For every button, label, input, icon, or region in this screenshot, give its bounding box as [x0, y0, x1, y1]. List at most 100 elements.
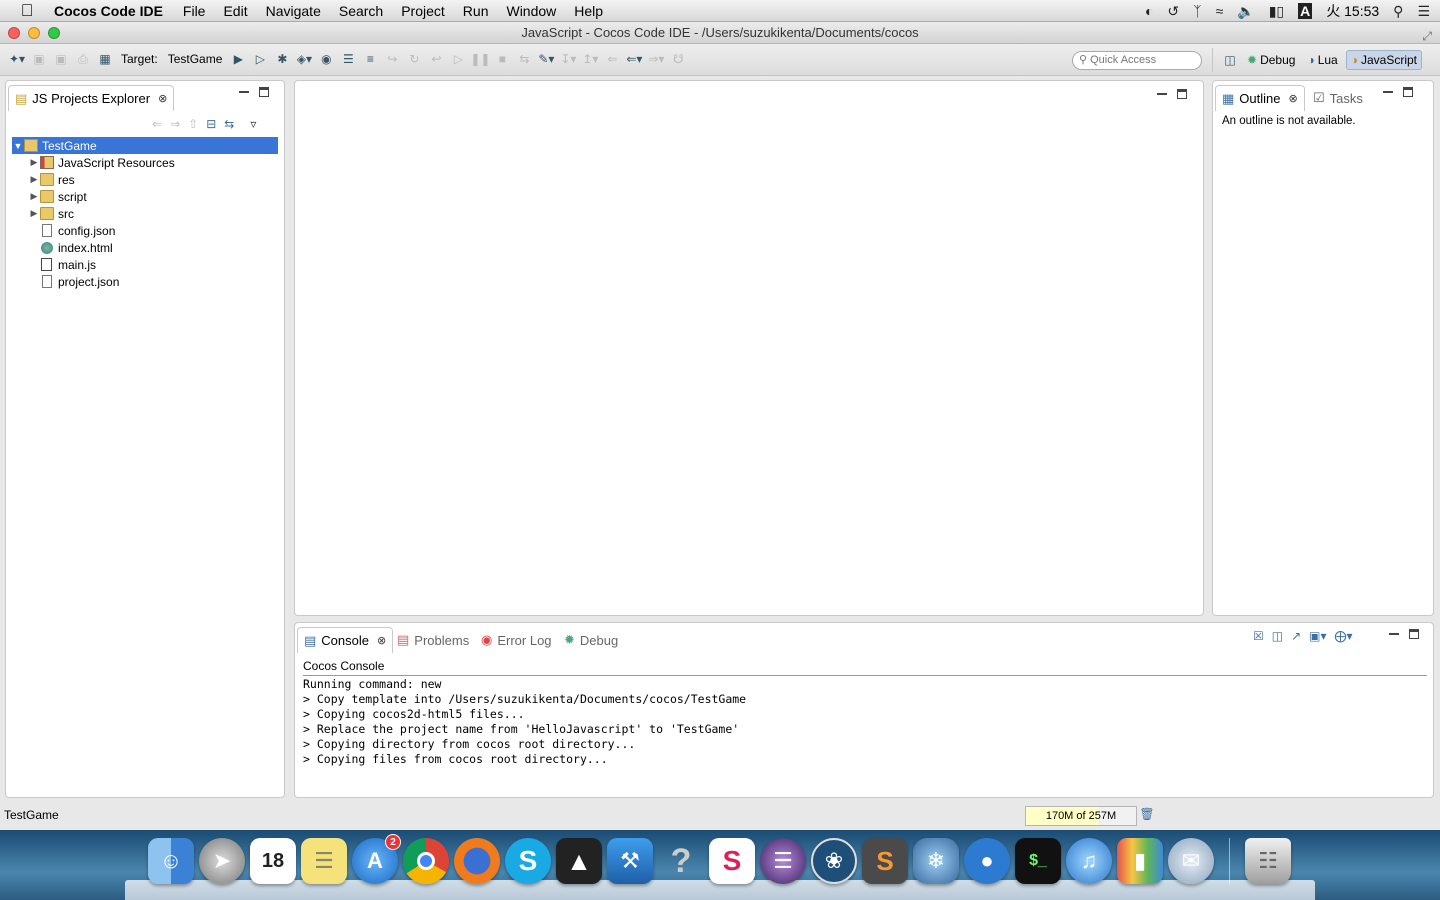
menubar-clock[interactable]: 火 15:53 [1326, 1, 1379, 21]
perspective-lua[interactable]: ◑ Lua [1303, 51, 1341, 69]
trash-icon[interactable]: ☷ [1245, 838, 1291, 884]
notification-center-icon[interactable]: ☰ [1417, 3, 1430, 20]
maximize-view-icon[interactable] [1403, 87, 1413, 97]
close-tab-icon[interactable]: ⊗ [377, 634, 386, 647]
keynote-icon[interactable]: ▮ [1117, 838, 1163, 884]
back-icon[interactable]: ⇐ [152, 117, 162, 131]
minimize-editor-icon[interactable] [1157, 93, 1167, 96]
minimize-view-icon[interactable] [1389, 633, 1399, 636]
deploy-icon[interactable]: ◈▾ [295, 50, 313, 68]
wifi-icon[interactable]: ≈ [1216, 3, 1224, 19]
volume-icon[interactable]: 🔈 [1237, 3, 1254, 20]
tab-problems[interactable]: ▤ Problems [391, 627, 475, 653]
tree-item-script[interactable]: ▶ script [12, 188, 278, 205]
menu-edit[interactable]: Edit [223, 3, 247, 19]
open-perspective-icon[interactable]: ◫ [1221, 51, 1239, 69]
forward-history-icon[interactable]: ⇒▾ [647, 50, 665, 68]
skype-icon[interactable]: S [505, 838, 551, 884]
console-output[interactable]: Cocos Console Running command: new > Cop… [303, 659, 1427, 767]
menu-file[interactable]: File [183, 3, 206, 19]
step-into-icon[interactable]: ↪ [383, 50, 401, 68]
menu-window[interactable]: Window [506, 3, 556, 19]
build-runtime-icon[interactable]: ✱ [273, 50, 291, 68]
close-tab-icon[interactable]: ⊗ [158, 92, 167, 105]
tasks-icon[interactable]: ☰ [339, 50, 357, 68]
heap-status[interactable]: 170M of 257M [1025, 806, 1137, 826]
collapsed-arrow-icon[interactable]: ▶ [28, 157, 40, 168]
pin-editor-icon[interactable]: ☋ [669, 50, 687, 68]
app-store-icon[interactable]: A2 [352, 834, 401, 884]
menu-navigate[interactable]: Navigate [266, 3, 321, 19]
scroll-lock-icon[interactable]: ◫ [1272, 629, 1283, 643]
pencil-icon[interactable]: ✎▾ [537, 50, 555, 68]
maximize-editor-icon[interactable] [1177, 89, 1187, 99]
slack-icon[interactable]: S [709, 838, 755, 884]
maximize-view-icon[interactable] [259, 87, 269, 97]
bluetooth-icon[interactable]: ᛉ [1193, 3, 1201, 19]
unity-icon[interactable]: ▲ [556, 838, 602, 884]
disconnect-icon[interactable]: ⇆ [515, 50, 533, 68]
itunes-icon[interactable]: ♫ [1066, 838, 1112, 884]
debug-on-simulator-icon[interactable]: ▷ [251, 50, 269, 68]
finder-icon[interactable]: ☺ [148, 838, 194, 884]
chrome-icon[interactable] [403, 838, 449, 884]
run-on-simulator-icon[interactable]: ▶ [229, 50, 247, 68]
tree-item-project-json[interactable]: project.json [12, 273, 278, 290]
tree-item-index-html[interactable]: index.html [12, 239, 278, 256]
help-icon[interactable]: ? [658, 838, 704, 884]
format-icon[interactable]: ≡ [361, 50, 379, 68]
minimize-window-button[interactable] [28, 27, 40, 39]
menu-help[interactable]: Help [574, 3, 603, 19]
spotlight-search-icon[interactable]: ⚲ [1393, 3, 1403, 20]
next-annotation-icon[interactable]: ↧▾ [559, 50, 577, 68]
collapsed-arrow-icon[interactable]: ▶ [28, 191, 40, 202]
app-menu[interactable]: Cocos Code IDE [54, 3, 163, 19]
close-tab-icon[interactable]: ⊗ [1289, 92, 1298, 105]
tab-console[interactable]: ▤ Console ⊗ [297, 627, 394, 653]
terminate-icon[interactable]: ■ [493, 50, 511, 68]
back-history-icon[interactable]: ⇐▾ [625, 50, 643, 68]
terminal-icon[interactable]: $_ [1015, 838, 1061, 884]
clear-console-icon[interactable]: ☒ [1253, 629, 1264, 643]
open-console-icon[interactable]: ⨁▾ [1335, 629, 1353, 643]
save-all-icon[interactable]: ▣ [52, 50, 70, 68]
globe-run-icon[interactable]: ◉ [317, 50, 335, 68]
perspective-javascript[interactable]: ◑ JavaScript [1345, 50, 1422, 70]
sync-status-icon[interactable]: ◐ [1145, 3, 1153, 19]
eclipse-icon[interactable]: ☰ [760, 838, 806, 884]
tree-item-javascript-resources[interactable]: ▶ JavaScript Resources [12, 154, 278, 171]
calendar-icon[interactable]: 18 [250, 838, 296, 884]
tree-item-config-json[interactable]: config.json [12, 222, 278, 239]
apple-menu-icon[interactable]:  [0, 1, 54, 21]
minimize-view-icon[interactable] [239, 91, 249, 94]
save-icon[interactable]: ▣ [30, 50, 48, 68]
input-method-icon[interactable]: A [1298, 3, 1313, 19]
preview-icon[interactable]: ✉ [1168, 838, 1214, 884]
battery-icon[interactable]: ▮▯ [1269, 3, 1284, 20]
cocos-icon[interactable]: ❄ [913, 838, 959, 884]
expanded-arrow-icon[interactable]: ▼ [12, 141, 24, 151]
launchpad-icon[interactable]: ➤ [199, 838, 245, 884]
zoom-window-button[interactable] [48, 27, 60, 39]
sublime-text-icon[interactable]: S [862, 838, 908, 884]
firefox-icon[interactable] [454, 838, 500, 884]
tree-item-res[interactable]: ▶ res [12, 171, 278, 188]
up-icon[interactable]: ⇧ [188, 117, 198, 131]
quick-access-input[interactable]: ⚲ Quick Access [1072, 51, 1202, 70]
prev-annotation-icon[interactable]: ↥▾ [581, 50, 599, 68]
resume-icon[interactable]: ▷ [449, 50, 467, 68]
suspend-icon[interactable]: ❚❚ [470, 50, 490, 68]
collapsed-arrow-icon[interactable]: ▶ [28, 174, 40, 185]
paw-icon[interactable]: ● [964, 838, 1010, 884]
link-with-editor-icon[interactable]: ⇆ [224, 117, 234, 131]
tab-debug[interactable]: ✹ Debug [558, 627, 624, 653]
display-console-icon[interactable]: ▣▾ [1309, 629, 1326, 643]
tab-js-projects-explorer[interactable]: ▤ JS Projects Explorer ⊗ [8, 85, 175, 111]
stickies-icon[interactable]: ☰ [301, 838, 347, 884]
tree-item-main-js[interactable]: main.js [12, 256, 278, 273]
new-icon[interactable]: ✦▾ [8, 50, 26, 68]
back-arrow-icon[interactable]: ⇐ [603, 50, 621, 68]
tab-error-log[interactable]: ◉ Error Log [475, 627, 558, 653]
time-machine-icon[interactable]: ↺ [1167, 3, 1179, 20]
editor-area[interactable] [294, 80, 1204, 616]
